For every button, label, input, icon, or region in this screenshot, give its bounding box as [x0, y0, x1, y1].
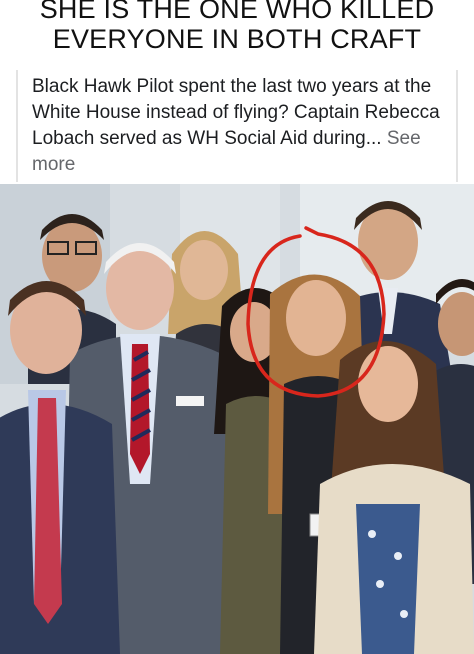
meme-caption: SHE IS THE ONE WHO KILLED EVERYONE IN BO… — [0, 0, 474, 62]
caption-line-1: SHE IS THE ONE WHO KILLED — [39, 0, 435, 24]
group-photo[interactable] — [0, 184, 474, 654]
group-photo-illustration — [0, 184, 474, 654]
post-card: Black Hawk Pilot spent the last two year… — [16, 70, 458, 182]
post-text: Black Hawk Pilot spent the last two year… — [32, 74, 452, 178]
screenshot: SHE IS THE ONE WHO KILLED EVERYONE IN BO… — [0, 0, 474, 654]
caption-line-2: EVERYONE IN BOTH CRAFT — [52, 24, 422, 54]
post-body: Black Hawk Pilot spent the last two year… — [32, 76, 440, 149]
